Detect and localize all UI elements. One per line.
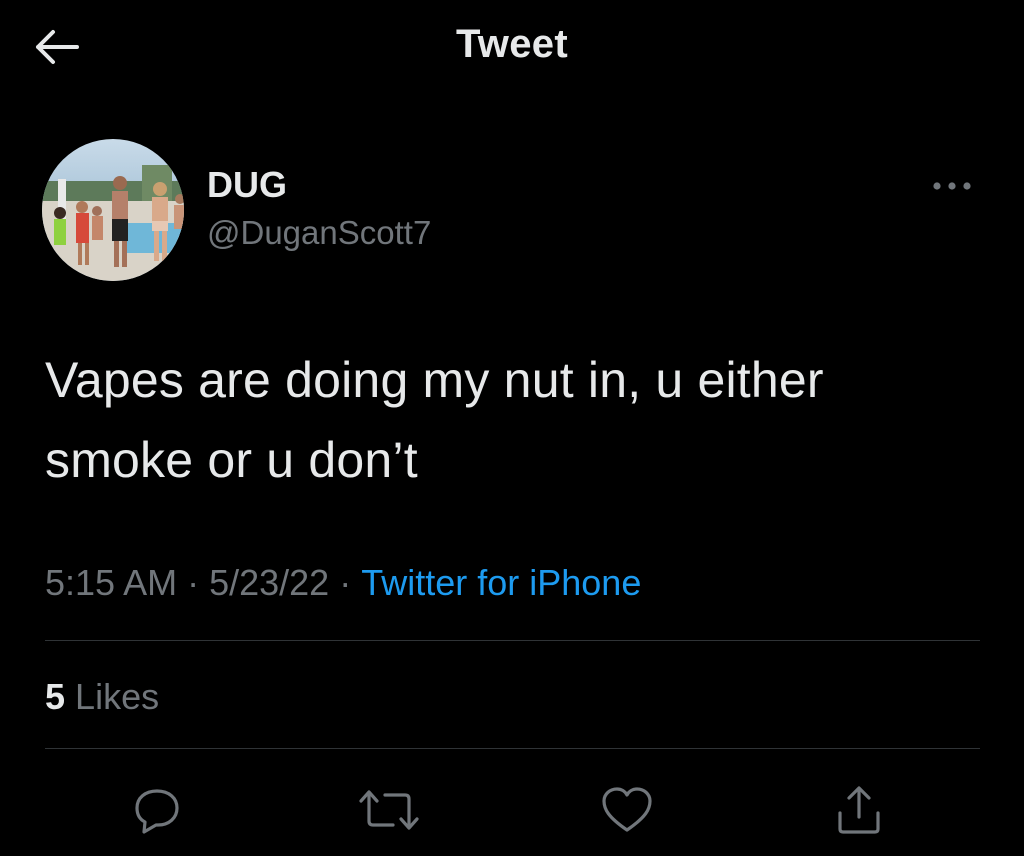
share-button[interactable] bbox=[824, 780, 894, 840]
tweet-time[interactable]: 5:15 AM bbox=[45, 562, 177, 603]
tweet-meta: 5:15 AM · 5/23/22 · Twitter for iPhone bbox=[45, 562, 641, 604]
avatar[interactable] bbox=[42, 139, 184, 281]
reply-icon bbox=[135, 789, 179, 834]
meta-separator: · bbox=[187, 562, 200, 603]
likes-label: Likes bbox=[75, 676, 160, 717]
more-icon bbox=[933, 182, 971, 190]
share-icon bbox=[838, 786, 880, 834]
author-display-name[interactable]: DUG bbox=[207, 164, 287, 206]
tweet-text: Vapes are doing my nut in, u either smok… bbox=[45, 340, 985, 500]
tweet-date[interactable]: 5/23/22 bbox=[209, 562, 329, 603]
likes-stat[interactable]: 5 Likes bbox=[45, 676, 159, 718]
divider bbox=[45, 748, 980, 749]
top-bar: Tweet bbox=[0, 0, 1024, 95]
likes-count: 5 bbox=[45, 676, 66, 717]
page-title: Tweet bbox=[456, 22, 568, 66]
author-handle[interactable]: @DuganScott7 bbox=[207, 214, 431, 252]
reply-button[interactable] bbox=[122, 780, 192, 840]
divider bbox=[45, 640, 980, 641]
meta-separator: · bbox=[339, 562, 352, 603]
heart-icon bbox=[602, 787, 652, 832]
action-bar bbox=[0, 770, 1024, 850]
retweet-button[interactable] bbox=[354, 780, 424, 840]
like-button[interactable] bbox=[592, 780, 662, 840]
more-options-button[interactable] bbox=[928, 168, 976, 204]
tweet-source-link[interactable]: Twitter for iPhone bbox=[361, 562, 641, 603]
tweet-text-line: smoke or u don’t bbox=[45, 432, 418, 488]
retweet-icon bbox=[359, 790, 419, 830]
avatar-photo bbox=[42, 139, 184, 281]
tweet-text-line: Vapes are doing my nut in, u either bbox=[45, 352, 824, 408]
